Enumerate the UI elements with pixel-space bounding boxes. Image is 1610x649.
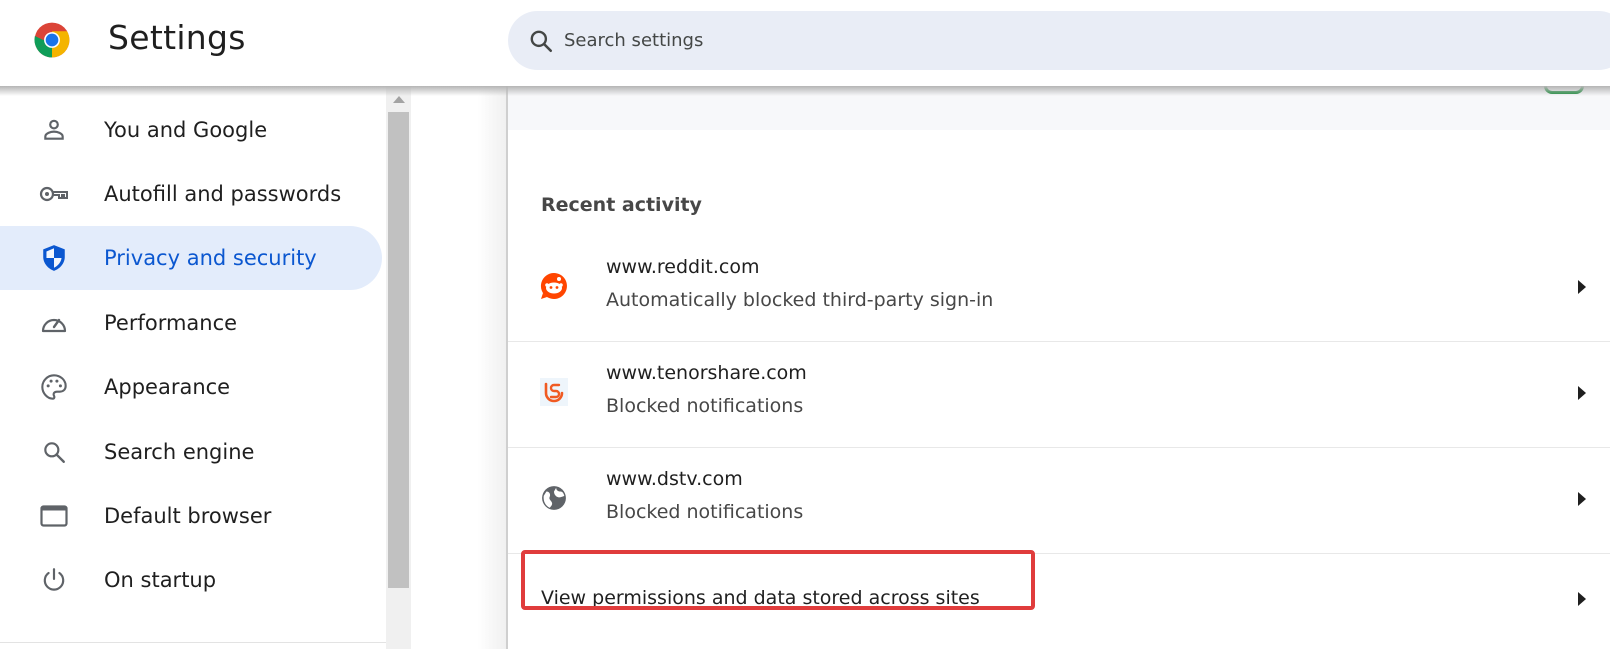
scroll-up-arrow-icon[interactable] — [386, 92, 411, 106]
sidebar-scrollbar[interactable] — [386, 86, 411, 649]
palette-icon — [39, 372, 69, 402]
header: Settings — [0, 0, 1610, 86]
sidebar-item-privacy-and-security[interactable]: Privacy and security — [0, 226, 382, 290]
activity-site: www.dstv.com — [606, 468, 743, 490]
activity-description: Blocked notifications — [606, 501, 804, 523]
activity-row-dstv[interactable]: www.dstv.com Blocked notifications — [508, 448, 1610, 554]
privacy-card: Recent activity www.reddit.com Automatic… — [506, 76, 1610, 649]
main-gutter — [411, 86, 506, 649]
sidebar-item-label: Search engine — [104, 440, 255, 464]
section-title: Recent activity — [541, 194, 702, 216]
sidebar-item-performance[interactable]: Performance — [0, 291, 382, 355]
sidebar-item-autofill[interactable]: Autofill and passwords — [0, 162, 382, 226]
search-bar[interactable] — [508, 11, 1610, 70]
sidebar-item-label: You and Google — [104, 118, 268, 142]
activity-row-reddit[interactable]: www.reddit.com Automatically blocked thi… — [508, 236, 1610, 342]
sidebar-item-label: Performance — [104, 311, 238, 335]
shield-icon — [39, 243, 69, 273]
search-input[interactable] — [564, 25, 1464, 55]
arrow-right-icon — [1578, 280, 1586, 294]
activity-row-tenorshare[interactable]: www.tenorshare.com Blocked notifications — [508, 342, 1610, 448]
tenorshare-favicon-icon — [540, 378, 568, 406]
sidebar-item-on-startup[interactable]: On startup — [0, 548, 382, 612]
sidebar-item-label: Appearance — [104, 375, 231, 399]
page-title: Settings — [108, 18, 246, 57]
speedometer-icon — [39, 308, 69, 338]
scrollbar-thumb[interactable] — [388, 112, 409, 588]
activity-description: Blocked notifications — [606, 395, 804, 417]
arrow-right-icon — [1578, 386, 1586, 400]
arrow-right-icon — [1578, 492, 1586, 506]
globe-icon — [540, 484, 568, 512]
sidebar-item-label: Autofill and passwords — [104, 182, 342, 206]
sidebar-item-label: Privacy and security — [104, 246, 317, 270]
sidebar: You and Google Autofill and passwords Pr… — [0, 86, 386, 649]
sidebar-divider — [0, 642, 386, 643]
card-top-section — [508, 76, 1610, 130]
activity-site: www.tenorshare.com — [606, 362, 807, 384]
sidebar-item-you-and-google[interactable]: You and Google — [0, 98, 382, 162]
key-icon — [39, 179, 69, 209]
power-icon — [39, 565, 69, 595]
chrome-logo-icon — [34, 22, 70, 58]
sidebar-item-default-browser[interactable]: Default browser — [0, 484, 382, 548]
person-icon — [39, 115, 69, 145]
search-icon — [39, 437, 69, 467]
sidebar-item-appearance[interactable]: Appearance — [0, 355, 382, 419]
sidebar-item-label: On startup — [104, 568, 217, 592]
reddit-favicon-icon — [540, 272, 568, 300]
arrow-right-icon — [1578, 592, 1586, 606]
activity-description: Automatically blocked third-party sign-i… — [606, 289, 994, 311]
sidebar-item-label: Default browser — [104, 504, 272, 528]
activity-site: www.reddit.com — [606, 256, 760, 278]
sidebar-item-search-engine[interactable]: Search engine — [0, 420, 382, 484]
view-permissions-link[interactable]: View permissions and data stored across … — [541, 587, 980, 609]
view-permissions-row[interactable]: View permissions and data stored across … — [508, 548, 1610, 649]
browser-window-icon — [39, 501, 69, 531]
search-icon — [530, 30, 553, 53]
